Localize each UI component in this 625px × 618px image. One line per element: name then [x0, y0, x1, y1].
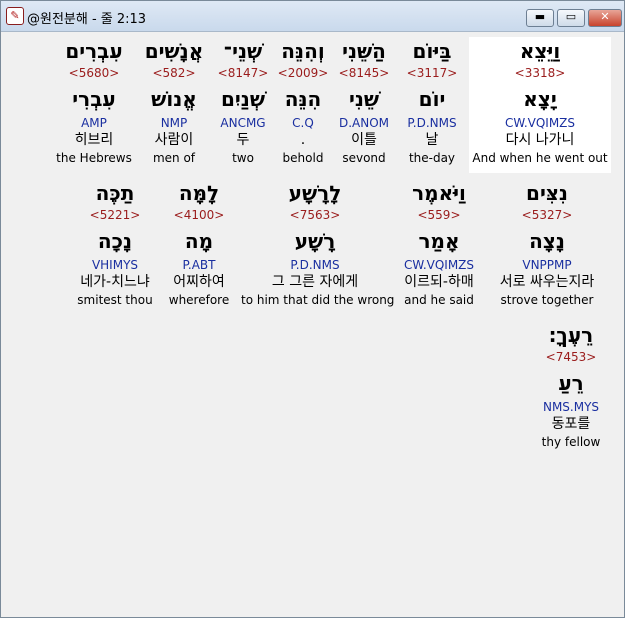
- minimize-button[interactable]: ▬: [526, 9, 554, 27]
- english-gloss: the-day: [408, 151, 456, 165]
- english-gloss: the Hebrews: [56, 151, 132, 165]
- lemma-word: נָכָה: [97, 229, 133, 253]
- word-column[interactable]: לָרָשָׁע <7563> רָשָׁע P.D.NMS 그 그른 자에게 …: [241, 179, 395, 308]
- hebrew-word: שְׁנֵי־: [223, 39, 263, 63]
- korean-gloss: 이틀: [351, 132, 377, 148]
- korean-gloss: 히브리: [74, 132, 114, 148]
- strong-number[interactable]: <5680>: [53, 65, 135, 81]
- korean-gloss: 다시 나가니: [505, 132, 575, 148]
- hebrew-word: עִבְרִים: [65, 39, 123, 63]
- english-gloss: thy fellow: [541, 435, 601, 449]
- parsing-code: ANCMG: [220, 116, 266, 130]
- hebrew-word: אֲנָשִׁים: [144, 39, 204, 63]
- lemma-word: רָשָׁע: [294, 229, 336, 253]
- english-gloss: men of: [152, 151, 196, 165]
- lemma-word: אֱנוֹשׁ: [151, 87, 197, 111]
- close-button[interactable]: ✕: [588, 9, 622, 27]
- korean-gloss: .: [300, 132, 306, 148]
- strong-number[interactable]: <5221>: [71, 207, 159, 223]
- word-column[interactable]: לָמָּה <4100> מָה P.ABT 어찌하여 wherefore: [163, 179, 235, 308]
- word-column[interactable]: וְהִנֵּה <2009> הִנֵּה C.Q . behold: [273, 37, 333, 166]
- maximize-button[interactable]: ▭: [557, 9, 585, 27]
- hebrew-word: בַּיּוֹם: [412, 39, 452, 63]
- parsing-code: VNPPMP: [522, 258, 572, 272]
- hebrew-word: וַיֵּצֵא: [519, 39, 561, 63]
- parsing-code: VHIMYS: [91, 258, 139, 272]
- korean-gloss: 그 그른 자에게: [271, 274, 359, 290]
- parsing-code: CW.VQIMZS: [403, 258, 475, 272]
- strong-number[interactable]: <7563>: [241, 207, 389, 223]
- parsing-code: C.Q: [292, 116, 314, 130]
- korean-gloss: 네가-치느냐: [80, 274, 150, 290]
- strong-number[interactable]: <3318>: [469, 65, 611, 81]
- parsing-code: D.ANOM: [338, 116, 390, 130]
- strong-number[interactable]: <5327>: [487, 207, 607, 223]
- lemma-word: שְׁנַיִם: [220, 87, 266, 111]
- strong-number[interactable]: <8147>: [213, 65, 273, 81]
- lemma-word: הִנֵּה: [284, 87, 322, 111]
- word-column[interactable]: וַיֵּצֵא <3318> יָצָא CW.VQIMZS 다시 나가니 A…: [469, 37, 611, 173]
- title-bar[interactable]: ✎ @원전분해 - 줄 2:13 ▬ ▭ ✕: [1, 1, 624, 32]
- word-column[interactable]: רֵעֶךָ׃ <7453> רֵעַ NMS.MYS 동포를 thy fell…: [531, 321, 611, 450]
- app-window: ✎ @원전분해 - 줄 2:13 ▬ ▭ ✕ וַיֵּצֵא <3318> י…: [0, 0, 625, 618]
- word-column[interactable]: עִבְרִים <5680> עִבְרִי AMP 히브리 the Hebr…: [53, 37, 135, 166]
- strong-number[interactable]: <559>: [391, 207, 487, 223]
- lemma-word: שֵׁנִי: [348, 87, 380, 111]
- korean-gloss: 사람이: [154, 132, 194, 148]
- parsing-code: CW.VQIMZS: [504, 116, 576, 130]
- english-gloss: And when he went out: [472, 151, 608, 165]
- lemma-word: רֵעַ: [558, 371, 584, 395]
- hebrew-word: לָרָשָׁע: [288, 181, 342, 205]
- strong-number[interactable]: <7453>: [531, 349, 611, 365]
- korean-gloss: 동포를: [551, 416, 591, 432]
- hebrew-word: וְהִנֵּה: [281, 39, 325, 63]
- interlinear-panel: וַיֵּצֵא <3318> יָצָא CW.VQIMZS 다시 나가니 A…: [7, 33, 620, 613]
- hebrew-word: וַיֹּאמֶר: [412, 181, 466, 205]
- lemma-word: יָצָא: [523, 87, 557, 111]
- hebrew-word: הַשֵּׁנִי: [342, 39, 386, 63]
- korean-gloss: 두: [236, 132, 250, 148]
- strong-number[interactable]: <3117>: [399, 65, 465, 81]
- strong-number[interactable]: <2009>: [273, 65, 333, 81]
- hebrew-word: רֵעֶךָ׃: [548, 323, 594, 347]
- word-column[interactable]: שְׁנֵי־ <8147> שְׁנַיִם ANCMG 두 two: [213, 37, 273, 166]
- word-column[interactable]: בַּיּוֹם <3117> יוֹם P.D.NMS 날 the-day: [399, 37, 465, 166]
- hebrew-word: נִצִּים: [526, 181, 568, 205]
- english-gloss: smitest thou: [77, 293, 153, 307]
- hebrew-word: לָמָּה: [178, 181, 220, 205]
- strong-number[interactable]: <8145>: [331, 65, 397, 81]
- english-gloss: two: [232, 151, 254, 165]
- parsing-code: P.D.NMS: [290, 258, 340, 272]
- strong-number[interactable]: <4100>: [163, 207, 235, 223]
- word-column[interactable]: תַכֶּה <5221> נָכָה VHIMYS 네가-치느냐 smites…: [71, 179, 159, 308]
- parsing-code: P.D.NMS: [407, 116, 457, 130]
- lemma-word: מָה: [184, 229, 214, 253]
- english-gloss: to him that did the wrong: [241, 293, 395, 307]
- korean-gloss: 어찌하여: [173, 274, 225, 290]
- lemma-word: יוֹם: [418, 87, 446, 111]
- word-column[interactable]: אֲנָשִׁים <582> אֱנוֹשׁ NMP 사람이 men of: [137, 37, 211, 166]
- parsing-code: P.ABT: [182, 258, 216, 272]
- english-gloss: wherefore: [168, 293, 230, 307]
- english-gloss: behold: [282, 151, 324, 165]
- strong-number[interactable]: <582>: [137, 65, 211, 81]
- word-column[interactable]: נִצִּים <5327> נָצָה VNPPMP 서로 싸우는지라 str…: [487, 179, 607, 308]
- parsing-code: NMS.MYS: [542, 400, 600, 414]
- parsing-code: AMP: [81, 116, 107, 130]
- lemma-word: עִבְרִי: [72, 87, 116, 111]
- korean-gloss: 이르되-하매: [404, 274, 474, 290]
- english-gloss: strove together: [500, 293, 594, 307]
- korean-gloss: 날: [425, 132, 439, 148]
- korean-gloss: 서로 싸우는지라: [499, 274, 595, 290]
- english-gloss: sevond: [342, 151, 386, 165]
- lemma-word: אָמַר: [418, 229, 460, 253]
- parsing-code: NMP: [160, 116, 188, 130]
- word-column[interactable]: וַיֹּאמֶר <559> אָמַר CW.VQIMZS 이르되-하매 a…: [391, 179, 487, 308]
- lemma-word: נָצָה: [529, 229, 565, 253]
- app-logo-icon: ✎: [6, 7, 24, 25]
- window-title: @원전분해 - 줄 2:13: [27, 12, 147, 27]
- word-column[interactable]: הַשֵּׁנִי <8145> שֵׁנִי D.ANOM 이틀 sevond: [331, 37, 397, 166]
- english-gloss: and he said: [404, 293, 474, 307]
- hebrew-word: תַכֶּה: [95, 181, 135, 205]
